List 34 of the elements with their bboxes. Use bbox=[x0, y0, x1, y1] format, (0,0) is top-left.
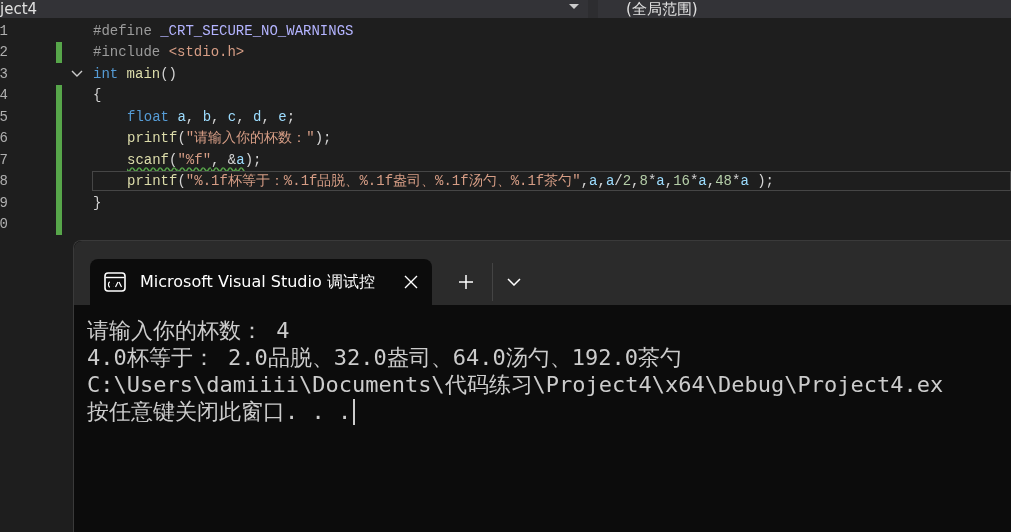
line-number: 7 bbox=[0, 151, 8, 168]
scope-name: (全局范围) bbox=[626, 2, 698, 16]
code-line: #define _CRT_SECURE_NO_WARNINGS bbox=[93, 22, 354, 39]
line-number: 8 bbox=[0, 173, 8, 190]
console-output-line: 4.0杯等于： 2.0品脱、32.0盎司、64.0汤勺、192.0茶勺 bbox=[87, 343, 682, 372]
code-line: printf("请输入你的杯数："); bbox=[126, 129, 332, 148]
terminal-icon bbox=[104, 271, 126, 293]
close-icon[interactable] bbox=[404, 275, 418, 289]
console-output-line: 按任意键关闭此窗口. . . bbox=[87, 397, 352, 426]
scope-dropdown[interactable]: (全局范围) bbox=[598, 0, 1011, 18]
code-line: { bbox=[93, 87, 102, 104]
project-dropdown[interactable]: ject4 bbox=[0, 0, 588, 18]
line-number: 4 bbox=[0, 87, 8, 104]
line-number: 3 bbox=[0, 65, 8, 82]
code-line: printf("%.1f杯等于：%.1f品脱、%.1f盎司、%.1f汤勺、%.1f茶勺",a,a/2,8*a,16*a,48*a ); bbox=[126, 172, 774, 191]
fold-chevron-icon[interactable] bbox=[71, 69, 83, 78]
console-output-line: 请输入你的杯数： 4 bbox=[87, 316, 290, 345]
project-name: ject4 bbox=[0, 2, 38, 16]
line-number: 1 bbox=[0, 22, 8, 39]
code-line: #include <stdio.h> bbox=[93, 44, 245, 61]
console-output-line: C:\Users\damiiii\Documents\代码练习\Project4\x64\Debug\Project4.ex bbox=[87, 370, 944, 399]
line-number: 2 bbox=[0, 44, 8, 61]
code-line: float a, b, c, d, e; bbox=[126, 108, 296, 125]
dropdown-chevron-icon[interactable] bbox=[507, 278, 521, 286]
new-tab-plus-icon[interactable] bbox=[458, 274, 474, 290]
console-tab[interactable]: Microsoft Visual Studio 调试控 bbox=[90, 259, 432, 305]
line-number: 9 bbox=[0, 194, 8, 211]
code-line: } bbox=[93, 194, 102, 211]
code-line: int main() bbox=[93, 65, 178, 82]
line-number: 6 bbox=[0, 130, 8, 147]
code-line: scanf("%f", &a); bbox=[126, 151, 262, 168]
line-number: 5 bbox=[0, 108, 8, 125]
line-number: 0 bbox=[0, 216, 8, 233]
dropdown-caret-icon bbox=[568, 3, 580, 11]
